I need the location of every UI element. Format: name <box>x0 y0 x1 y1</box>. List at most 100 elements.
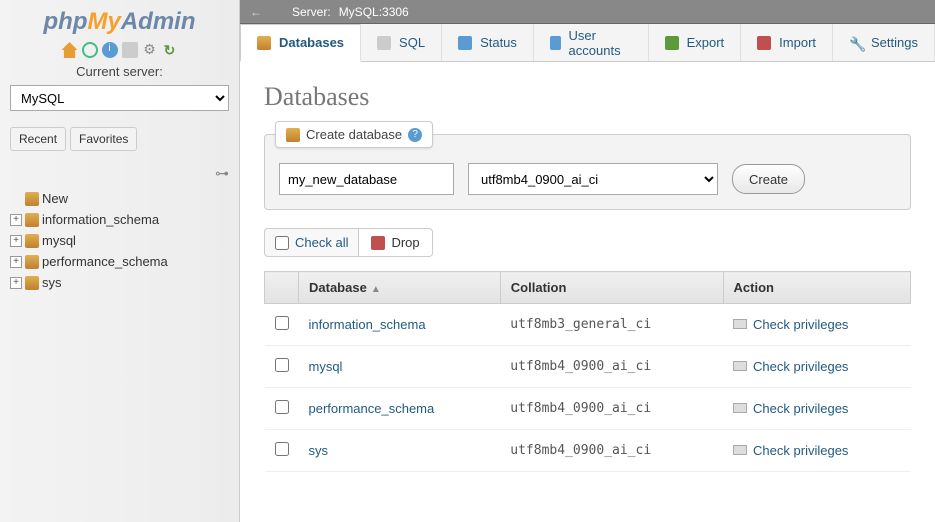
row-checkbox[interactable] <box>275 400 289 414</box>
page-title: Databases <box>264 82 911 112</box>
tab-label: Import <box>779 35 816 50</box>
link-icon[interactable]: ⊶ <box>10 165 229 182</box>
tab-sql[interactable]: SQL <box>361 24 442 61</box>
tab-export[interactable]: Export <box>649 24 742 61</box>
check-all-checkbox[interactable] <box>275 236 289 250</box>
new-db-icon <box>286 128 300 142</box>
current-server-label: Current server: <box>10 64 229 79</box>
tab-label: Settings <box>871 35 918 50</box>
topnav: Databases SQL Status User accounts Expor… <box>240 24 935 62</box>
tree-item[interactable]: + performance_schema <box>10 251 229 272</box>
sidebar-iconbar: i ⚙ ↻ <box>10 42 229 58</box>
db-link[interactable]: mysql <box>309 359 343 374</box>
row-collation: utf8mb4_0900_ai_ci <box>500 430 723 472</box>
favorites-tab[interactable]: Favorites <box>70 127 137 151</box>
privileges-icon <box>733 319 747 329</box>
table-row: mysql utf8mb4_0900_ai_ci Check privilege… <box>265 346 911 388</box>
th-database[interactable]: Database▲ <box>299 272 501 304</box>
row-checkbox[interactable] <box>275 442 289 456</box>
row-checkbox[interactable] <box>275 358 289 372</box>
import-icon <box>757 36 771 50</box>
check-privileges-link[interactable]: Check privileges <box>733 359 848 374</box>
th-collation[interactable]: Collation <box>500 272 723 304</box>
row-collation: utf8mb4_0900_ai_ci <box>500 388 723 430</box>
database-icon <box>25 255 39 269</box>
expand-icon[interactable]: + <box>10 256 22 268</box>
database-icon <box>25 234 39 248</box>
tree-item-label: information_schema <box>42 212 159 227</box>
recent-tab[interactable]: Recent <box>10 127 66 151</box>
check-all[interactable]: Check all <box>264 228 359 257</box>
row-collation: utf8mb3_general_ci <box>500 304 723 346</box>
new-db-icon <box>25 192 39 206</box>
settings-icon[interactable]: ⚙ <box>142 42 158 58</box>
home-icon[interactable] <box>62 42 78 58</box>
logo-part-my: My <box>87 8 120 35</box>
check-privileges-link[interactable]: Check privileges <box>733 317 848 332</box>
privileges-icon <box>733 361 747 371</box>
tab-label: User accounts <box>569 28 632 58</box>
tree-item[interactable]: + mysql <box>10 230 229 251</box>
db-link[interactable]: performance_schema <box>309 401 435 416</box>
tree-item[interactable]: + sys <box>10 272 229 293</box>
check-privileges-link[interactable]: Check privileges <box>733 443 848 458</box>
check-all-label: Check all <box>295 235 348 250</box>
tab-databases[interactable]: Databases <box>240 24 361 62</box>
check-privileges-link[interactable]: Check privileges <box>733 401 848 416</box>
drop-icon <box>371 236 385 250</box>
tree-new[interactable]: New <box>10 188 229 209</box>
privileges-icon <box>733 403 747 413</box>
breadcrumb: ← Server: MySQL:3306 <box>240 0 935 24</box>
tab-label: Databases <box>279 35 344 50</box>
tree-item-label: mysql <box>42 233 76 248</box>
expand-icon[interactable]: + <box>10 235 22 247</box>
help-icon[interactable]: ? <box>408 128 422 142</box>
create-database-legend: Create database ? <box>275 121 433 148</box>
database-icon <box>25 213 39 227</box>
database-icon <box>25 276 39 290</box>
create-database-legend-label: Create database <box>306 127 402 142</box>
sql-window-icon[interactable] <box>122 42 138 58</box>
sidebar: phpMyAdmin i ⚙ ↻ Current server: MySQL R… <box>0 0 240 522</box>
tab-import[interactable]: Import <box>741 24 833 61</box>
tab-settings[interactable]: 🔧 Settings <box>833 24 935 61</box>
expand-icon[interactable]: + <box>10 277 22 289</box>
database-table: Database▲ Collation Action information_s… <box>264 271 911 472</box>
tree-item-label: sys <box>42 275 62 290</box>
create-database-fieldset: Create database ? utf8mb4_0900_ai_ci Cre… <box>264 134 911 210</box>
create-button[interactable]: Create <box>732 164 805 194</box>
content: Databases Create database ? utf8mb4_0900… <box>240 62 935 522</box>
docs-icon[interactable]: i <box>102 42 118 58</box>
tab-users[interactable]: User accounts <box>534 24 649 61</box>
logout-icon[interactable] <box>82 42 98 58</box>
tree-item[interactable]: + information_schema <box>10 209 229 230</box>
export-icon <box>665 36 679 50</box>
breadcrumb-server-label: Server: <box>292 5 331 19</box>
collation-select[interactable]: utf8mb4_0900_ai_ci <box>468 163 718 195</box>
db-name-input[interactable] <box>279 163 454 195</box>
logo-part-php: php <box>44 8 88 35</box>
collapse-nav-icon[interactable]: ← <box>250 5 262 19</box>
create-form-row: utf8mb4_0900_ai_ci Create <box>279 163 896 195</box>
db-tree: New + information_schema + mysql + perfo… <box>10 188 229 293</box>
sidebar-tabs: Recent Favorites <box>10 127 229 151</box>
logo-part-admin: Admin <box>121 8 196 35</box>
main: ← Server: MySQL:3306 Databases SQL Statu… <box>240 0 935 522</box>
server-select[interactable]: MySQL <box>10 85 229 111</box>
sort-asc-icon: ▲ <box>371 284 381 295</box>
drop-button[interactable]: Drop <box>359 228 432 257</box>
breadcrumb-server-value[interactable]: MySQL:3306 <box>339 5 409 19</box>
tab-label: Export <box>687 35 725 50</box>
db-link[interactable]: sys <box>309 443 329 458</box>
tab-status[interactable]: Status <box>442 24 534 61</box>
row-checkbox[interactable] <box>275 316 289 330</box>
db-link[interactable]: information_schema <box>309 317 426 332</box>
row-collation: utf8mb4_0900_ai_ci <box>500 346 723 388</box>
expand-icon[interactable]: + <box>10 214 22 226</box>
table-row: information_schema utf8mb3_general_ci Ch… <box>265 304 911 346</box>
server-icon <box>270 5 284 19</box>
reload-icon[interactable]: ↻ <box>162 42 178 58</box>
tree-new-label: New <box>42 191 68 206</box>
logo[interactable]: phpMyAdmin <box>10 8 229 36</box>
tab-label: Status <box>480 35 517 50</box>
